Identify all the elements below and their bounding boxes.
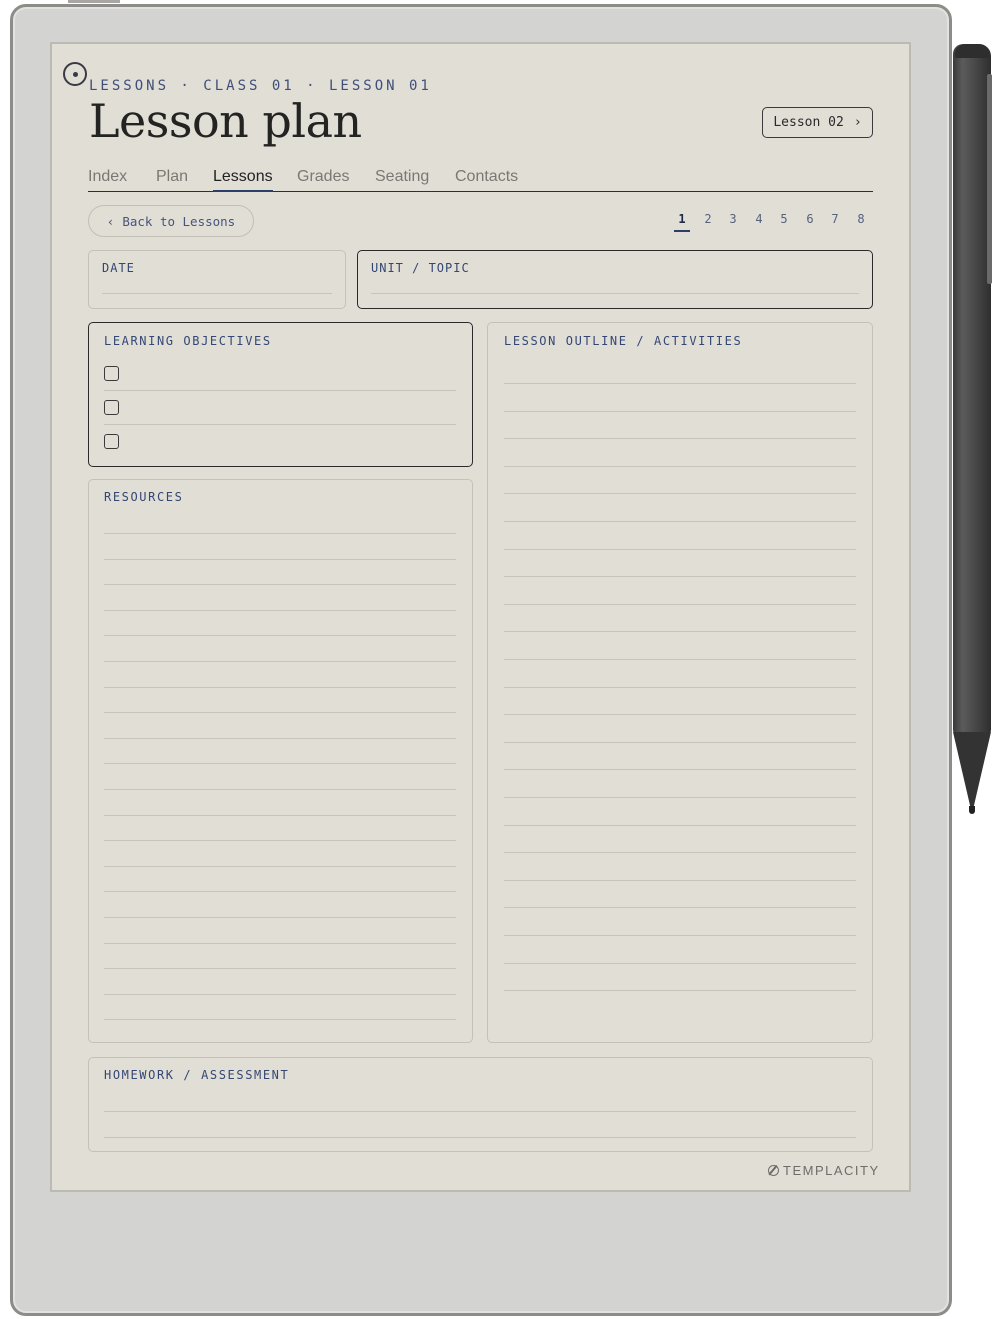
write-line — [104, 661, 456, 662]
write-line — [504, 990, 856, 992]
tab-bar: Index Plan Lessons Grades Seating Contac… — [88, 166, 873, 192]
write-line — [104, 917, 456, 918]
write-line — [504, 962, 856, 964]
write-line — [104, 763, 456, 765]
brand-text: TEMPLACITY — [783, 1163, 880, 1178]
objective-line — [104, 424, 456, 425]
page-link-5[interactable]: 5 — [773, 212, 795, 226]
tab-seating[interactable]: Seating — [375, 168, 429, 186]
write-line — [104, 635, 456, 637]
resources-box[interactable] — [88, 479, 473, 1043]
unit-topic-label: UNIT / TOPIC — [371, 261, 470, 275]
menu-circle-icon[interactable] — [63, 62, 87, 86]
write-line — [104, 789, 456, 790]
write-line — [504, 438, 856, 440]
date-label: DATE — [102, 261, 135, 275]
write-line — [104, 1019, 456, 1021]
back-label: Back to Lessons — [122, 213, 236, 229]
write-line — [504, 852, 856, 854]
write-line — [504, 769, 856, 771]
unit-write-line — [371, 293, 859, 294]
write-line — [104, 891, 456, 893]
page-link-3[interactable]: 3 — [722, 212, 744, 226]
write-line — [104, 737, 456, 739]
write-line — [104, 686, 456, 688]
back-to-lessons-button[interactable]: ‹ Back to Lessons — [88, 205, 254, 237]
write-line — [504, 631, 856, 633]
write-line — [504, 797, 856, 798]
resources-label: RESOURCES — [104, 490, 184, 504]
next-lesson-label: Lesson 02 — [773, 115, 844, 130]
write-line — [504, 548, 856, 550]
write-line — [504, 603, 856, 605]
tab-contacts[interactable]: Contacts — [455, 168, 518, 186]
learning-objectives-label: LEARNING OBJECTIVES — [104, 334, 272, 348]
date-field[interactable] — [88, 250, 346, 309]
page-link-4[interactable]: 4 — [748, 212, 770, 226]
write-line — [504, 879, 856, 881]
write-line — [504, 465, 856, 467]
power-button — [68, 0, 120, 3]
page-link-6[interactable]: 6 — [799, 212, 821, 226]
write-line — [504, 741, 856, 743]
tab-lessons[interactable]: Lessons — [213, 168, 273, 192]
tab-plan[interactable]: Plan — [156, 168, 188, 186]
next-lesson-button[interactable]: Lesson 02 › — [762, 107, 873, 138]
write-line — [104, 968, 456, 970]
lesson-outline-label: LESSON OUTLINE / ACTIVITIES — [504, 334, 743, 348]
objective-line — [104, 390, 456, 391]
chevron-left-icon: ‹ — [106, 213, 115, 229]
homework-line — [104, 1137, 856, 1138]
write-line — [504, 493, 856, 495]
page-title: Lesson plan — [89, 94, 362, 148]
page-link-8[interactable]: 8 — [850, 212, 872, 226]
write-line — [504, 410, 856, 412]
write-line — [104, 584, 456, 586]
chevron-right-icon: › — [853, 115, 862, 130]
write-line — [104, 993, 456, 995]
breadcrumb: LESSONS · CLASS 01 · LESSON 01 — [89, 78, 432, 94]
write-line — [504, 383, 856, 384]
page-link-1[interactable]: 1 — [671, 212, 693, 232]
homework-line — [104, 1111, 856, 1112]
page-link-7[interactable]: 7 — [824, 212, 846, 226]
write-line — [104, 533, 456, 534]
write-line — [104, 609, 456, 611]
objective-checkbox[interactable] — [104, 434, 119, 449]
date-write-line — [102, 293, 332, 294]
write-line — [504, 714, 856, 716]
unit-topic-field[interactable] — [357, 250, 873, 309]
tab-index[interactable]: Index — [88, 168, 127, 186]
brand-logo: TEMPLACITY — [768, 1163, 880, 1178]
write-line — [104, 865, 456, 867]
write-line — [504, 907, 856, 909]
write-line — [104, 814, 456, 816]
write-line — [104, 942, 456, 944]
page-link-2[interactable]: 2 — [697, 212, 719, 226]
write-line — [504, 686, 856, 688]
write-line — [504, 659, 856, 660]
brand-icon — [768, 1165, 779, 1176]
objective-checkbox[interactable] — [104, 366, 119, 381]
write-line — [104, 712, 456, 714]
objective-checkbox[interactable] — [104, 400, 119, 415]
write-line — [504, 521, 856, 522]
homework-label: HOMEWORK / ASSESSMENT — [104, 1068, 290, 1082]
write-line — [104, 558, 456, 560]
stylus-pen — [953, 44, 992, 814]
write-line — [504, 935, 856, 936]
tab-grades[interactable]: Grades — [297, 168, 349, 186]
write-line — [504, 824, 856, 826]
write-line — [104, 840, 456, 842]
write-line — [504, 576, 856, 578]
